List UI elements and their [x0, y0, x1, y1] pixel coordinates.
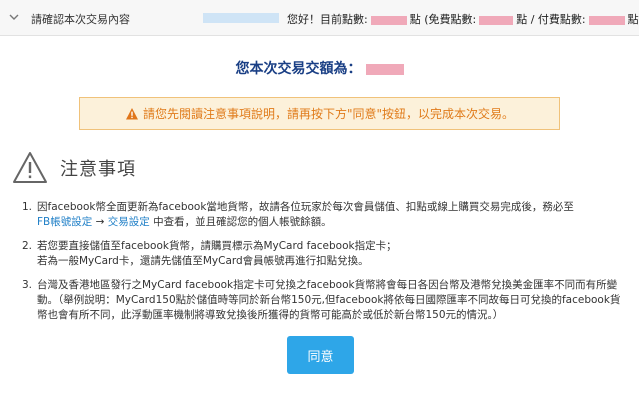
note-body: 因facebook幣全面更新為facebook當地貨幣，故請各位玩家於每次會員儲…: [37, 200, 622, 230]
note-body: 若您要直接儲值至facebook貨幣，請購買標示為MyCard facebook…: [37, 239, 622, 269]
amount-label: 您本次交易交額為：: [235, 61, 362, 77]
paid-points-redacted: [588, 15, 625, 25]
paid-points-unit: 點): [627, 13, 639, 26]
header-bar: 請確認本次交易內容 您好！目前點數:點 (免費點數:點 / 付費點數:點): [0, 0, 639, 36]
note-text: 因facebook幣全面更新為facebook當地貨幣，故請各位玩家於每次會員儲…: [37, 201, 574, 213]
points-redacted: [370, 15, 407, 25]
caution-icon: [12, 150, 48, 186]
points-unit: 點: [409, 13, 421, 26]
paid-points-label: / 付費點數:: [530, 13, 586, 26]
note-number: 2.: [22, 240, 33, 252]
amount-redacted: [365, 63, 404, 75]
header-title: 請確認本次交易內容: [31, 13, 130, 26]
fb-account-settings-link[interactable]: FB帳號設定: [37, 216, 92, 228]
notice-banner: 請您先閱讀注意事項說明，請再按下方"同意"按鈕，以完成本次交易。: [79, 97, 560, 130]
list-item: 2. 若您要直接儲值至facebook貨幣，請購買標示為MyCard faceb…: [22, 239, 622, 269]
transaction-amount: 您本次交易交額為：: [0, 58, 639, 78]
notes-list: 1. 因facebook幣全面更新為facebook當地貨幣，故請各位玩家於每次…: [22, 200, 622, 332]
section-title: 注意事項: [60, 159, 136, 180]
note-text: 中查看，並且確認您的個人帳號餘額。: [153, 216, 332, 228]
arrow-right-icon: →: [95, 216, 105, 228]
warning-icon: [125, 107, 139, 121]
section-header: 注意事項: [12, 148, 136, 188]
free-points-label: (免費點數:: [424, 13, 477, 26]
agree-button[interactable]: 同意: [287, 336, 354, 374]
list-item: 1. 因facebook幣全面更新為facebook當地貨幣，故請各位玩家於每次…: [22, 200, 622, 230]
note-text: 台灣及香港地區發行之MyCard facebook指定卡可兌換之facebook…: [37, 279, 621, 321]
list-item: 3. 台灣及香港地區發行之MyCard facebook指定卡可兌換之faceb…: [22, 278, 622, 323]
greeting-label: 您好！目前點數:: [287, 13, 368, 26]
note-number: 3.: [22, 279, 33, 291]
note-text: 若為一般MyCard卡，還請先儲值至MyCard會員帳號再進行扣點兌換。: [37, 255, 369, 267]
free-points-redacted: [479, 15, 514, 25]
points-summary: 您好！目前點數:點 (免費點數:點 / 付費點數:點): [287, 11, 639, 27]
note-number: 1.: [22, 201, 33, 213]
notice-text: 請您先閱讀注意事項說明，請再按下方"同意"按鈕，以完成本次交易。: [142, 107, 515, 121]
free-points-unit: 點: [516, 13, 528, 26]
chevron-down-icon[interactable]: [9, 12, 19, 22]
transaction-settings-link[interactable]: 交易設定: [108, 216, 150, 228]
account-name-redacted: [203, 13, 279, 23]
note-text: 若您要直接儲值至facebook貨幣，請購買標示為MyCard facebook…: [37, 240, 397, 252]
